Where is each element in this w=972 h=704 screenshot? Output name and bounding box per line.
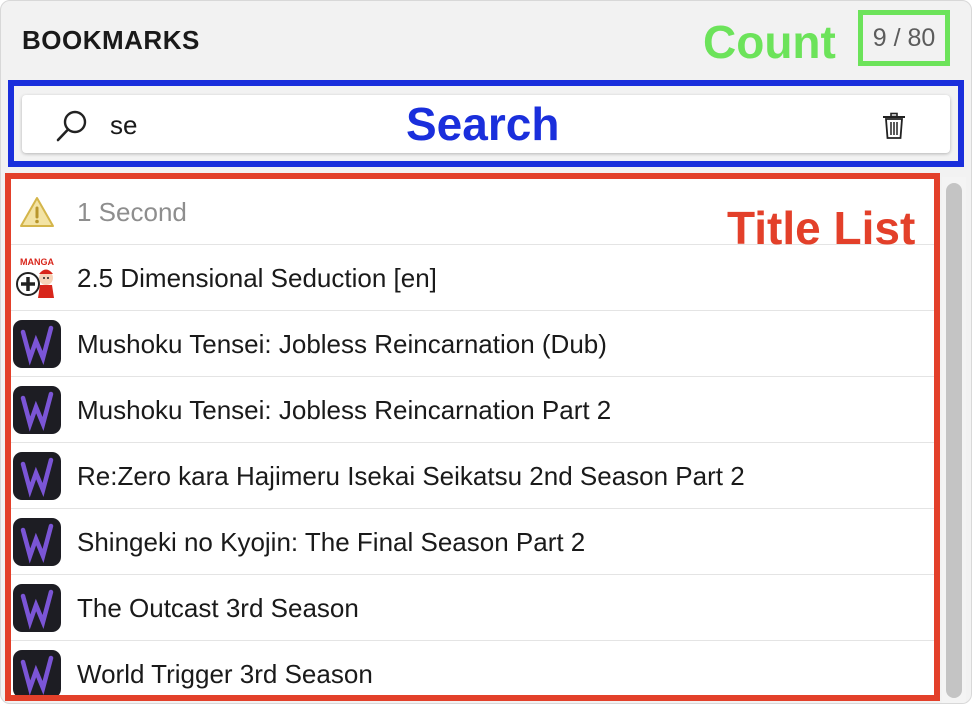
svg-text:MANGA: MANGA [20, 257, 54, 267]
count-annotation: Count [703, 16, 836, 68]
scrollbar-thumb[interactable] [946, 183, 962, 698]
list-item[interactable]: Re:Zero kara Hajimeru Isekai Seikatsu 2n… [11, 443, 934, 509]
list-item[interactable]: The Outcast 3rd Season [11, 575, 934, 641]
title-list-annotation: Title List [727, 202, 916, 254]
w-logo-icon [13, 386, 61, 434]
list-item-title: Mushoku Tensei: Jobless Reincarnation Pa… [77, 395, 612, 425]
warning-icon [13, 188, 61, 236]
list-item-title: The Outcast 3rd Season [77, 593, 359, 623]
list-item[interactable]: Mushoku Tensei: Jobless Reincarnation Pa… [11, 377, 934, 443]
w-logo-icon [13, 452, 61, 500]
list-item[interactable]: World Trigger 3rd Season [11, 641, 934, 695]
list-item-title: Mushoku Tensei: Jobless Reincarnation (D… [77, 329, 607, 359]
w-logo-icon [13, 518, 61, 566]
title-list: Title List 1 Second MANGA 2.5 Dimensiona… [5, 173, 940, 701]
list-item[interactable]: Mushoku Tensei: Jobless Reincarnation (D… [11, 311, 934, 377]
list-item-title: 1 Second [77, 197, 187, 227]
search-input[interactable] [110, 105, 390, 145]
panel-title: BOOKMARKS [22, 25, 200, 55]
search-annotation: Search [406, 98, 560, 150]
header: BOOKMARKS Count 9 / 80 [1, 1, 971, 79]
list-item[interactable]: Shingeki no Kyojin: The Final Season Par… [11, 509, 934, 575]
trash-icon[interactable] [882, 112, 906, 140]
search-bar[interactable]: Search [22, 95, 950, 153]
w-logo-icon [13, 650, 61, 695]
bookmark-count: 9 / 80 [858, 10, 950, 66]
list-item-title: 2.5 Dimensional Seduction [en] [77, 263, 437, 293]
list-item-title: Shingeki no Kyojin: The Final Season Par… [77, 527, 586, 557]
list-item-title: World Trigger 3rd Season [77, 659, 373, 689]
list-item-title: Re:Zero kara Hajimeru Isekai Seikatsu 2n… [77, 461, 745, 491]
w-logo-icon [13, 320, 61, 368]
search-section: Search [8, 80, 964, 167]
w-logo-icon [13, 584, 61, 632]
bookmarks-panel: BOOKMARKS Count 9 / 80 Search [0, 0, 972, 704]
manga-plus-icon: MANGA [13, 254, 61, 302]
search-icon [54, 108, 90, 144]
